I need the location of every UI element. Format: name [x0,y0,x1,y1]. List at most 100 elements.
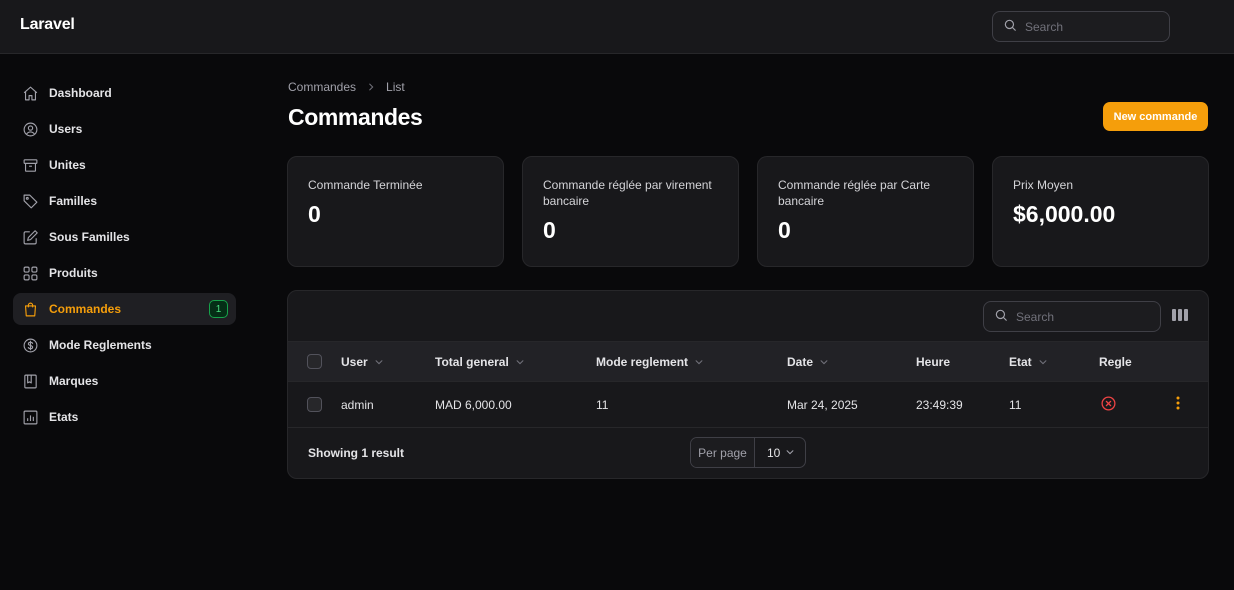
stat-card-prix-moyen: Prix Moyen $6,000.00 [992,156,1209,267]
sidebar-item-label: Produits [49,266,98,280]
table-search-input[interactable] [1016,309,1146,324]
chevron-down-icon [785,446,795,460]
column-label: User [341,354,368,369]
column-label: Total general [435,354,509,369]
sidebar-item-etats[interactable]: Etats [13,401,236,433]
breadcrumb: Commandes List [288,80,405,94]
pencil-square-icon [21,228,39,246]
archive-box-icon [21,156,39,174]
squares-icon [21,264,39,282]
chevron-down-icon [515,357,525,367]
columns-icon[interactable] [1172,308,1188,325]
results-count: Showing 1 result [308,446,405,460]
sidebar-item-commandes[interactable]: Commandes 1 [13,293,236,325]
x-circle-icon [1100,395,1117,415]
row-actions[interactable] [1176,382,1180,427]
chevron-down-icon [1038,357,1048,367]
search-icon [1003,18,1017,35]
kebab-menu-icon[interactable] [1176,396,1180,413]
sidebar-item-mode-reglements[interactable]: Mode Reglements [13,329,236,361]
per-page-value: 10 [767,445,781,460]
top-bar: Laravel [0,0,1234,54]
user-circle-icon [21,120,39,138]
chevron-down-icon [374,357,384,367]
row-select-cell [307,382,322,427]
row-checkbox[interactable] [307,397,322,412]
cell-mode: 11 [596,397,609,412]
search-icon [994,308,1008,325]
column-label: Date [787,354,814,369]
stat-label: Commande réglée par virement bancaire [543,178,712,208]
sidebar-item-label: Marques [49,374,99,388]
shopping-bag-icon [21,300,39,318]
column-header-total-general[interactable]: Total general [435,342,525,381]
cell-regle [1100,382,1117,427]
column-header-user[interactable]: User [341,342,384,381]
chart-icon [21,408,39,426]
cell-etat: 11 [1009,397,1022,412]
table-header: User Total general Mode reglement Date H… [288,342,1208,382]
global-search[interactable] [992,11,1170,42]
page-title: Commandes [288,104,423,130]
column-label: Mode reglement [596,354,689,369]
column-header-regle: Regle [1099,342,1132,381]
breadcrumb-link-commandes[interactable]: Commandes [288,80,356,94]
column-label: Heure [916,354,951,369]
sidebar-item-unites[interactable]: Unites [13,149,236,181]
stat-value: 0 [778,217,791,243]
cell-user: admin [341,397,374,412]
column-label: Regle [1099,354,1132,369]
stat-card-virement: Commande réglée par virement bancaire 0 [522,156,739,267]
global-search-input[interactable] [1025,19,1155,34]
table-search[interactable] [983,301,1161,332]
column-header-heure: Heure [916,342,950,381]
sidebar-item-users[interactable]: Users [13,113,236,145]
stat-card-carte: Commande réglée par Carte bancaire 0 [757,156,974,267]
sidebar-item-familles[interactable]: Familles [13,185,236,217]
per-page-control: Per page 10 [690,437,806,468]
stat-card-terminee: Commande Terminée 0 [287,156,504,267]
sidebar-item-label: Unites [49,158,86,172]
stat-value: 0 [308,201,321,227]
chevron-down-icon [819,357,829,367]
stat-value: $6,000.00 [1013,201,1116,227]
sidebar-item-label: Mode Reglements [49,338,152,352]
sidebar-item-label: Sous Familles [49,230,130,244]
home-icon [21,84,39,102]
stat-value: 0 [543,217,556,243]
sidebar-item-marques[interactable]: Marques [13,365,236,397]
stat-label: Prix Moyen [1013,178,1074,192]
cell-date: Mar 24, 2025 [787,397,858,412]
new-commande-button[interactable]: New commande [1103,102,1208,131]
sidebar-item-produits[interactable]: Produits [13,257,236,289]
table-footer: Showing 1 result Per page 10 [288,428,1208,478]
select-all-cell [307,342,322,381]
sidebar-item-dashboard[interactable]: Dashboard [13,77,236,109]
sidebar: Dashboard Users Unites Familles Sous Fam… [13,77,236,437]
sidebar-item-label: Dashboard [49,86,112,100]
column-header-date[interactable]: Date [787,342,829,381]
select-all-checkbox[interactable] [307,354,322,369]
stat-label: Commande Terminée [308,178,423,192]
cell-total: MAD 6,000.00 [435,397,512,412]
tag-icon [21,192,39,210]
cell-heure: 23:49:39 [916,397,963,412]
column-header-etat[interactable]: Etat [1009,342,1048,381]
book-icon [21,372,39,390]
sidebar-item-label: Etats [49,410,79,424]
sidebar-item-sous-familles[interactable]: Sous Familles [13,221,236,253]
per-page-select[interactable]: 10 [755,438,805,467]
count-badge: 1 [209,300,228,318]
chevron-right-icon [366,82,376,92]
stat-label: Commande réglée par Carte bancaire [778,178,931,208]
breadcrumb-current: List [386,80,405,94]
column-header-mode-reglement[interactable]: Mode reglement [596,342,704,381]
brand-logo[interactable]: Laravel [20,16,75,34]
sidebar-item-label: Commandes [49,302,122,316]
chevron-down-icon [694,357,704,367]
orders-table: User Total general Mode reglement Date H… [287,290,1209,479]
table-row[interactable]: admin MAD 6,000.00 11 Mar 24, 2025 23:49… [288,382,1208,428]
dollar-circle-icon [21,336,39,354]
per-page-label: Per page [691,438,755,467]
sidebar-item-label: Familles [49,194,98,208]
